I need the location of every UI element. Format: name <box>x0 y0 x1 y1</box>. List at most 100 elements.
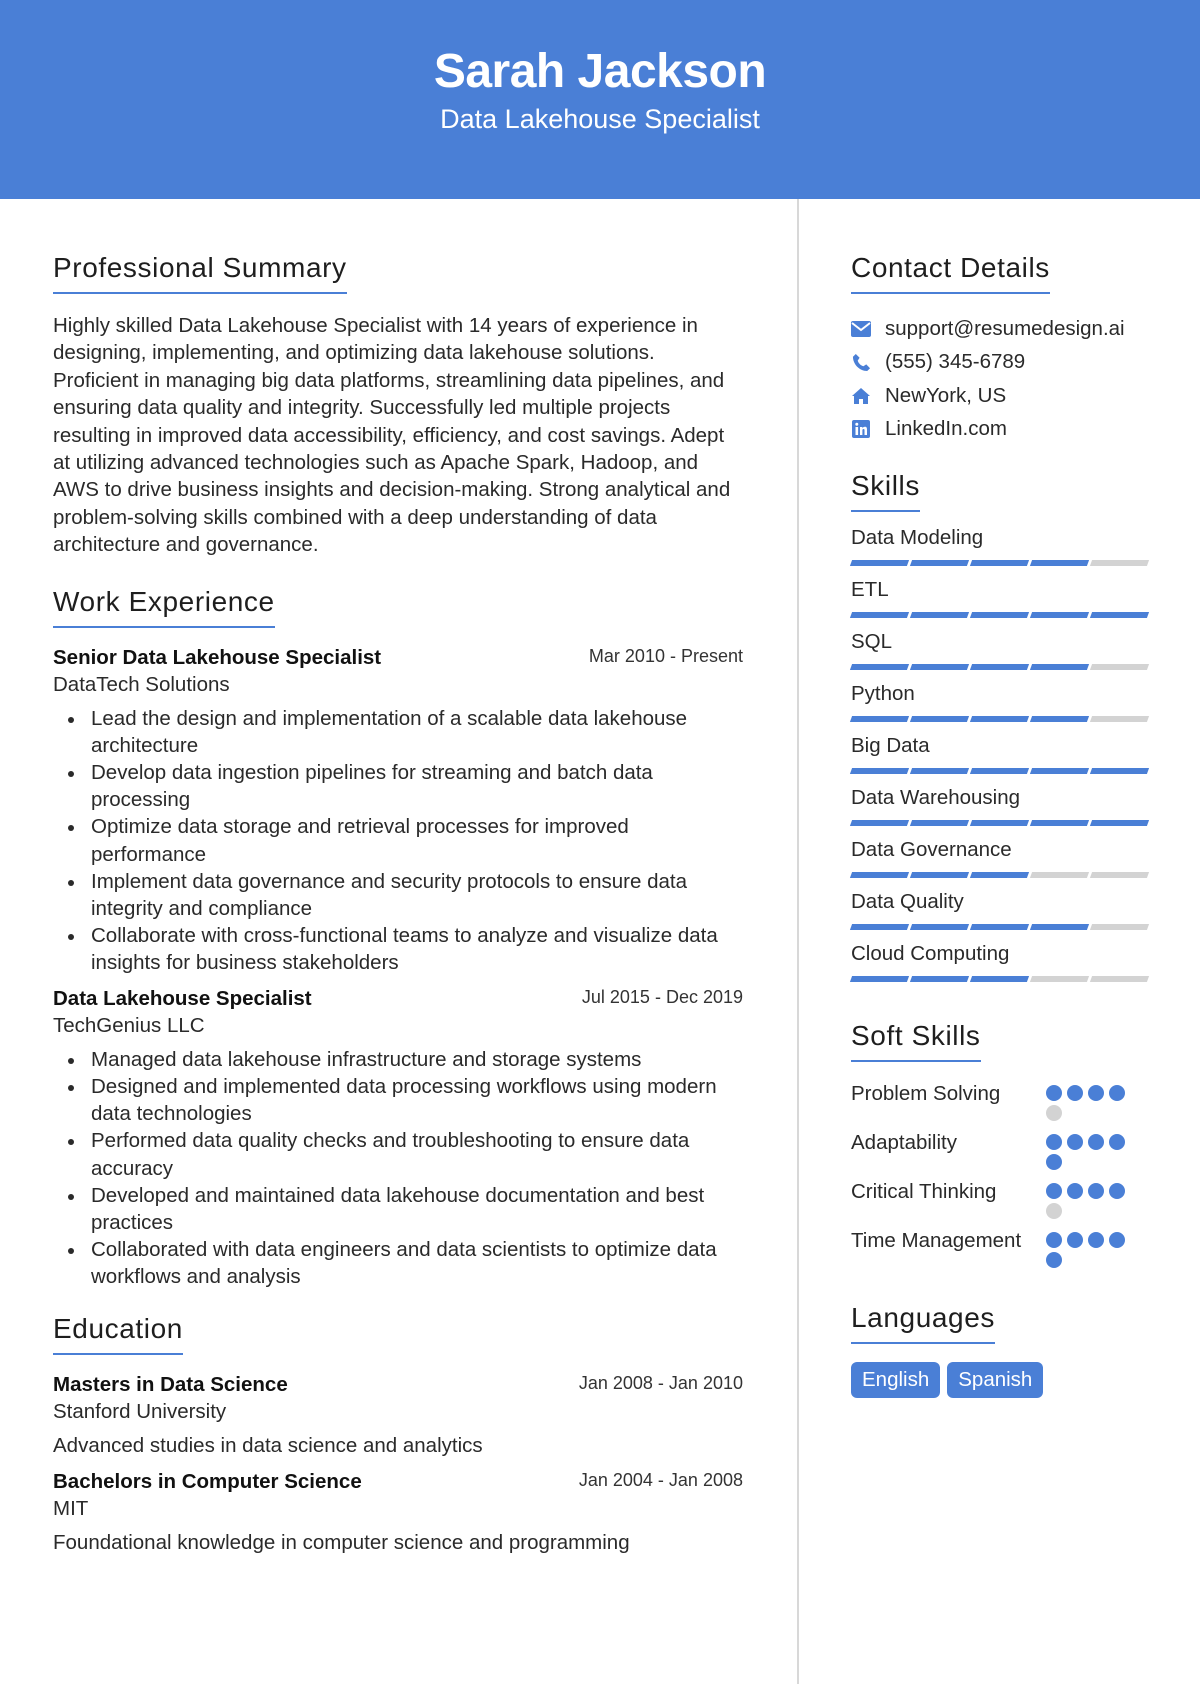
soft-skill-item: Time Management <box>851 1227 1151 1268</box>
skill-segment-filled <box>969 976 1030 982</box>
contact-text[interactable]: NewYork, US <box>885 384 1006 408</box>
sidebar-column: Contact Details support@resumedesign.ai (… <box>849 199 1151 1398</box>
section-title: Work Experience <box>53 586 275 628</box>
skill-segment-filled <box>909 872 970 878</box>
contact-text[interactable]: (555) 345-6789 <box>885 350 1025 374</box>
skill-item: Cloud Computing <box>849 942 1151 988</box>
skill-segment-filled <box>1029 820 1090 826</box>
skill-segment-filled <box>969 924 1030 930</box>
soft-skill-name: Adaptability <box>851 1131 957 1154</box>
skill-segment-filled <box>909 768 970 774</box>
rating-dot-empty <box>1046 1203 1062 1219</box>
skill-level-bar <box>849 762 1151 780</box>
skill-segment-filled <box>1089 612 1150 618</box>
job-dates: Mar 2010 - Present <box>588 645 743 666</box>
skill-item: Data Governance <box>849 838 1151 884</box>
section-title: Skills <box>851 470 920 512</box>
soft-skill-item: Critical Thinking <box>851 1178 1151 1219</box>
skill-segment-filled <box>1029 716 1090 722</box>
skill-segment-empty <box>1089 872 1150 878</box>
skill-item: Data Modeling <box>849 526 1151 572</box>
language-list: English Spanish <box>851 1362 1151 1398</box>
soft-skill-rating <box>1046 1080 1136 1121</box>
skill-name: SQL <box>851 630 893 653</box>
rating-dot-filled <box>1109 1232 1125 1248</box>
skill-segment-filled <box>1029 664 1090 670</box>
soft-skill-list: Problem Solving Adaptability Critical Thin… <box>851 1080 1151 1268</box>
skill-segment-empty <box>1089 976 1150 982</box>
skill-level-bar <box>849 658 1151 676</box>
soft-skills-section: Soft Skills Problem Solving Adaptability C… <box>851 1020 1151 1268</box>
rating-dot-filled <box>1046 1134 1062 1150</box>
section-title: Soft Skills <box>851 1020 981 1062</box>
education-dates: Jan 2004 - Jan 2008 <box>578 1469 743 1490</box>
contact-item[interactable]: LinkedIn.com <box>851 413 1151 447</box>
skill-level-bar <box>849 814 1151 832</box>
soft-skill-name: Problem Solving <box>851 1082 1001 1105</box>
bullet-item: Optimize data storage and retrieval proc… <box>53 813 743 867</box>
contact-text[interactable]: LinkedIn.com <box>885 417 1007 441</box>
skill-item: Data Quality <box>849 890 1151 936</box>
contact-text[interactable]: support@resumedesign.ai <box>885 317 1125 341</box>
rating-dot-empty <box>1046 1105 1062 1121</box>
skill-segment-filled <box>969 768 1030 774</box>
skill-name: Cloud Computing <box>851 942 1010 965</box>
resume-header: Sarah Jackson Data Lakehouse Specialist <box>0 0 1200 199</box>
skill-segment-filled <box>969 664 1030 670</box>
school: MIT <box>53 1496 89 1520</box>
education-entry: Masters in Data Science Jan 2008 - Jan 20… <box>53 1373 743 1458</box>
education-list: Masters in Data Science Jan 2008 - Jan 20… <box>53 1373 743 1555</box>
rating-dot-filled <box>1046 1252 1062 1268</box>
skill-name: Data Modeling <box>851 526 984 549</box>
job-bullets: Managed data lakehouse infrastructure an… <box>53 1046 743 1291</box>
job-entry: Senior Data Lakehouse Specialist Mar 2010… <box>53 646 743 977</box>
skill-name: Data Warehousing <box>851 786 1021 809</box>
skill-segment-filled <box>909 560 970 566</box>
section-title: Contact Details <box>851 252 1050 294</box>
soft-skill-name: Critical Thinking <box>851 1180 997 1203</box>
education-description: Foundational knowledge in computer scien… <box>53 1530 630 1554</box>
languages-section: Languages English Spanish <box>851 1302 1151 1398</box>
bullet-item: Implement data governance and security p… <box>53 868 743 922</box>
contact-item[interactable]: support@resumedesign.ai <box>851 312 1151 346</box>
skill-list: Data Modeling ETL SQL Python Big Data Data Wa… <box>849 526 1151 988</box>
skill-segment-filled <box>909 820 970 826</box>
rating-dot-filled <box>1067 1232 1083 1248</box>
skill-segment-filled <box>969 820 1030 826</box>
bullet-item: Lead the design and implementation of a … <box>53 705 743 759</box>
skill-segment-filled <box>969 716 1030 722</box>
envelope-icon <box>851 319 871 339</box>
skill-name: ETL <box>851 578 889 601</box>
rating-dot-filled <box>1067 1085 1083 1101</box>
education-entry: Bachelors in Computer Science Jan 2004 - … <box>53 1470 743 1555</box>
skill-segment-empty <box>1089 560 1150 566</box>
skill-segment-filled <box>849 560 910 566</box>
soft-skill-rating <box>1046 1129 1136 1170</box>
skill-item: ETL <box>849 578 1151 624</box>
contact-item[interactable]: NewYork, US <box>851 379 1151 413</box>
skill-segment-filled <box>849 872 910 878</box>
skill-name: Data Quality <box>851 890 964 913</box>
bullet-item: Develop data ingestion pipelines for str… <box>53 759 743 813</box>
skill-segment-filled <box>849 612 910 618</box>
contact-list: support@resumedesign.ai (555) 345-6789 New… <box>851 312 1151 446</box>
skill-segment-filled <box>849 716 910 722</box>
skills-section: Skills Data Modeling ETL SQL Python Big Data… <box>849 470 1151 988</box>
rating-dot-filled <box>1109 1134 1125 1150</box>
skill-segment-filled <box>969 612 1030 618</box>
main-column: Professional Summary Highly skilled Data… <box>53 199 743 1567</box>
skill-segment-filled <box>969 560 1030 566</box>
rating-dot-filled <box>1109 1183 1125 1199</box>
skill-segment-filled <box>1029 768 1090 774</box>
section-title: Languages <box>851 1302 995 1344</box>
skill-segment-filled <box>1089 820 1150 826</box>
bullet-item: Collaborate with cross-functional teams … <box>53 922 743 976</box>
summary-section: Professional Summary Highly skilled Data… <box>53 252 743 559</box>
contact-item[interactable]: (555) 345-6789 <box>851 346 1151 380</box>
bullet-item: Performed data quality checks and troubl… <box>53 1127 743 1181</box>
soft-skill-rating <box>1046 1178 1136 1219</box>
experience-section: Work Experience Senior Data Lakehouse Sp… <box>53 586 743 1291</box>
skill-segment-empty <box>1089 664 1150 670</box>
language-badge: English <box>851 1362 941 1398</box>
contact-section: Contact Details support@resumedesign.ai (… <box>851 252 1151 446</box>
